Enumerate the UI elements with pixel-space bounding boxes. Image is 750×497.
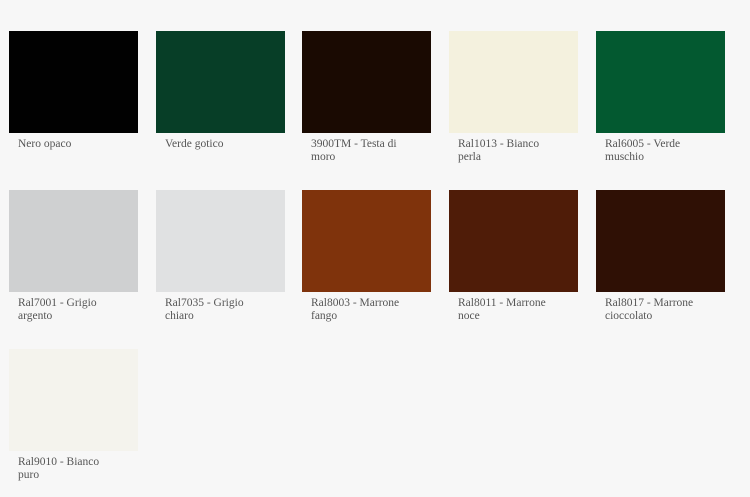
swatch-label: Ral8017 - Marrone cioccolato [605,297,694,322]
color-swatch[interactable] [596,31,725,133]
swatch-label: Ral8003 - Marrone fango [311,297,400,322]
color-swatch[interactable] [9,190,138,292]
swatch-card[interactable]: Ral7035 - Grigio chiaro [156,190,285,322]
swatch-label: Ral6005 - Verde muschio [605,138,681,163]
color-swatch[interactable] [449,31,578,133]
color-swatch[interactable] [156,190,285,292]
swatch-label: Nero opaco [18,138,72,150]
swatch-label: Ral7001 - Grigio argento [18,297,97,322]
color-swatch[interactable] [596,190,725,292]
swatch-card[interactable]: Ral9010 - Bianco puro [9,349,138,481]
swatch-label: Ral8011 - Marrone noce [458,297,546,322]
color-swatch[interactable] [449,190,578,292]
color-swatch[interactable] [156,31,285,133]
swatch-label: Verde gotico [165,138,224,150]
swatch-card[interactable]: Ral8017 - Marrone cioccolato [596,190,725,322]
swatch-card[interactable]: 3900TM - Testa di moro [302,31,431,163]
swatch-card[interactable]: Ral8003 - Marrone fango [302,190,431,322]
color-swatch[interactable] [9,349,138,451]
swatch-card[interactable]: Verde gotico [156,31,285,151]
swatch-card[interactable]: Nero opaco [9,31,138,151]
swatch-label: Ral9010 - Bianco puro [18,456,100,481]
swatch-card[interactable]: Ral6005 - Verde muschio [596,31,725,163]
swatch-label: Ral7035 - Grigio chiaro [165,297,244,322]
swatch-label: 3900TM - Testa di moro [311,138,397,163]
swatch-card[interactable]: Ral7001 - Grigio argento [9,190,138,322]
color-swatch[interactable] [302,31,431,133]
color-swatch[interactable] [9,31,138,133]
swatch-card[interactable]: Ral1013 - Bianco perla [449,31,578,163]
color-swatch[interactable] [302,190,431,292]
swatch-label: Ral1013 - Bianco perla [458,138,540,163]
swatch-card[interactable]: Ral8011 - Marrone noce [449,190,578,322]
